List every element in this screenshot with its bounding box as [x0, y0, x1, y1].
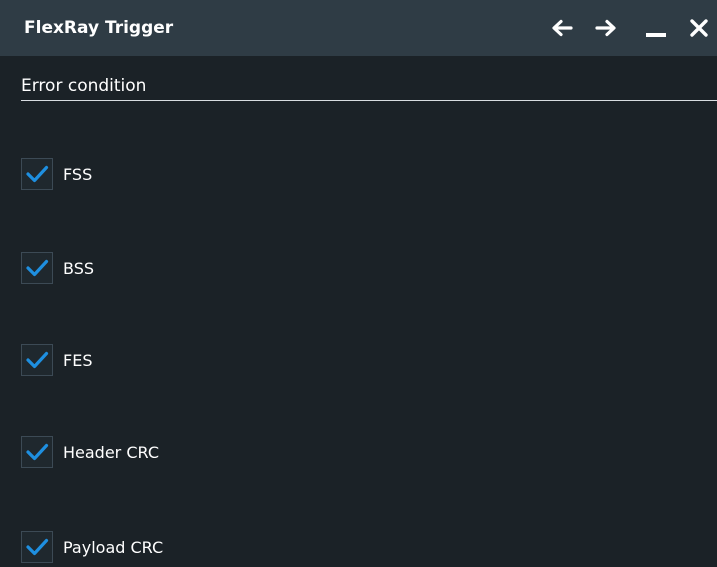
close-icon: [690, 19, 708, 37]
section-title: Error condition: [21, 76, 147, 96]
checkbox-label: BSS: [63, 258, 95, 278]
checkbox-label: FES: [63, 350, 93, 370]
checkmark-icon: [26, 443, 49, 461]
checkbox-box[interactable]: [21, 252, 53, 284]
back-button[interactable]: [546, 12, 578, 44]
checkbox-label: FSS: [63, 164, 93, 184]
checkbox-header-crc[interactable]: Header CRC: [21, 435, 159, 469]
checkbox-payload-crc[interactable]: Payload CRC: [21, 530, 163, 564]
checkbox-box[interactable]: [21, 531, 53, 563]
checkbox-label: Payload CRC: [63, 537, 164, 557]
dialog-title: FlexRay Trigger: [24, 18, 174, 38]
checkmark-icon: [26, 259, 49, 277]
checkbox-label: Header CRC: [63, 442, 160, 462]
title-bar: FlexRay Trigger: [0, 0, 717, 56]
close-button[interactable]: [683, 12, 715, 44]
error-condition-section-header: Error condition: [21, 76, 717, 101]
checkbox-fss[interactable]: FSS: [21, 157, 92, 191]
checkbox-box[interactable]: [21, 158, 53, 190]
checkmark-icon: [26, 165, 49, 183]
checkbox-fes[interactable]: FES: [21, 343, 92, 377]
checkbox-box[interactable]: [21, 436, 53, 468]
minimize-icon: [646, 33, 666, 37]
arrow-right-icon: [595, 19, 616, 37]
checkbox-bss[interactable]: BSS: [21, 251, 94, 285]
minimize-button[interactable]: [640, 12, 672, 44]
flexray-trigger-dialog: FlexRay Trigger Error condition FSS BSS …: [0, 0, 717, 567]
arrow-left-icon: [552, 19, 573, 37]
checkmark-icon: [26, 538, 49, 556]
checkmark-icon: [26, 351, 49, 369]
checkbox-box[interactable]: [21, 344, 53, 376]
forward-button[interactable]: [590, 12, 622, 44]
